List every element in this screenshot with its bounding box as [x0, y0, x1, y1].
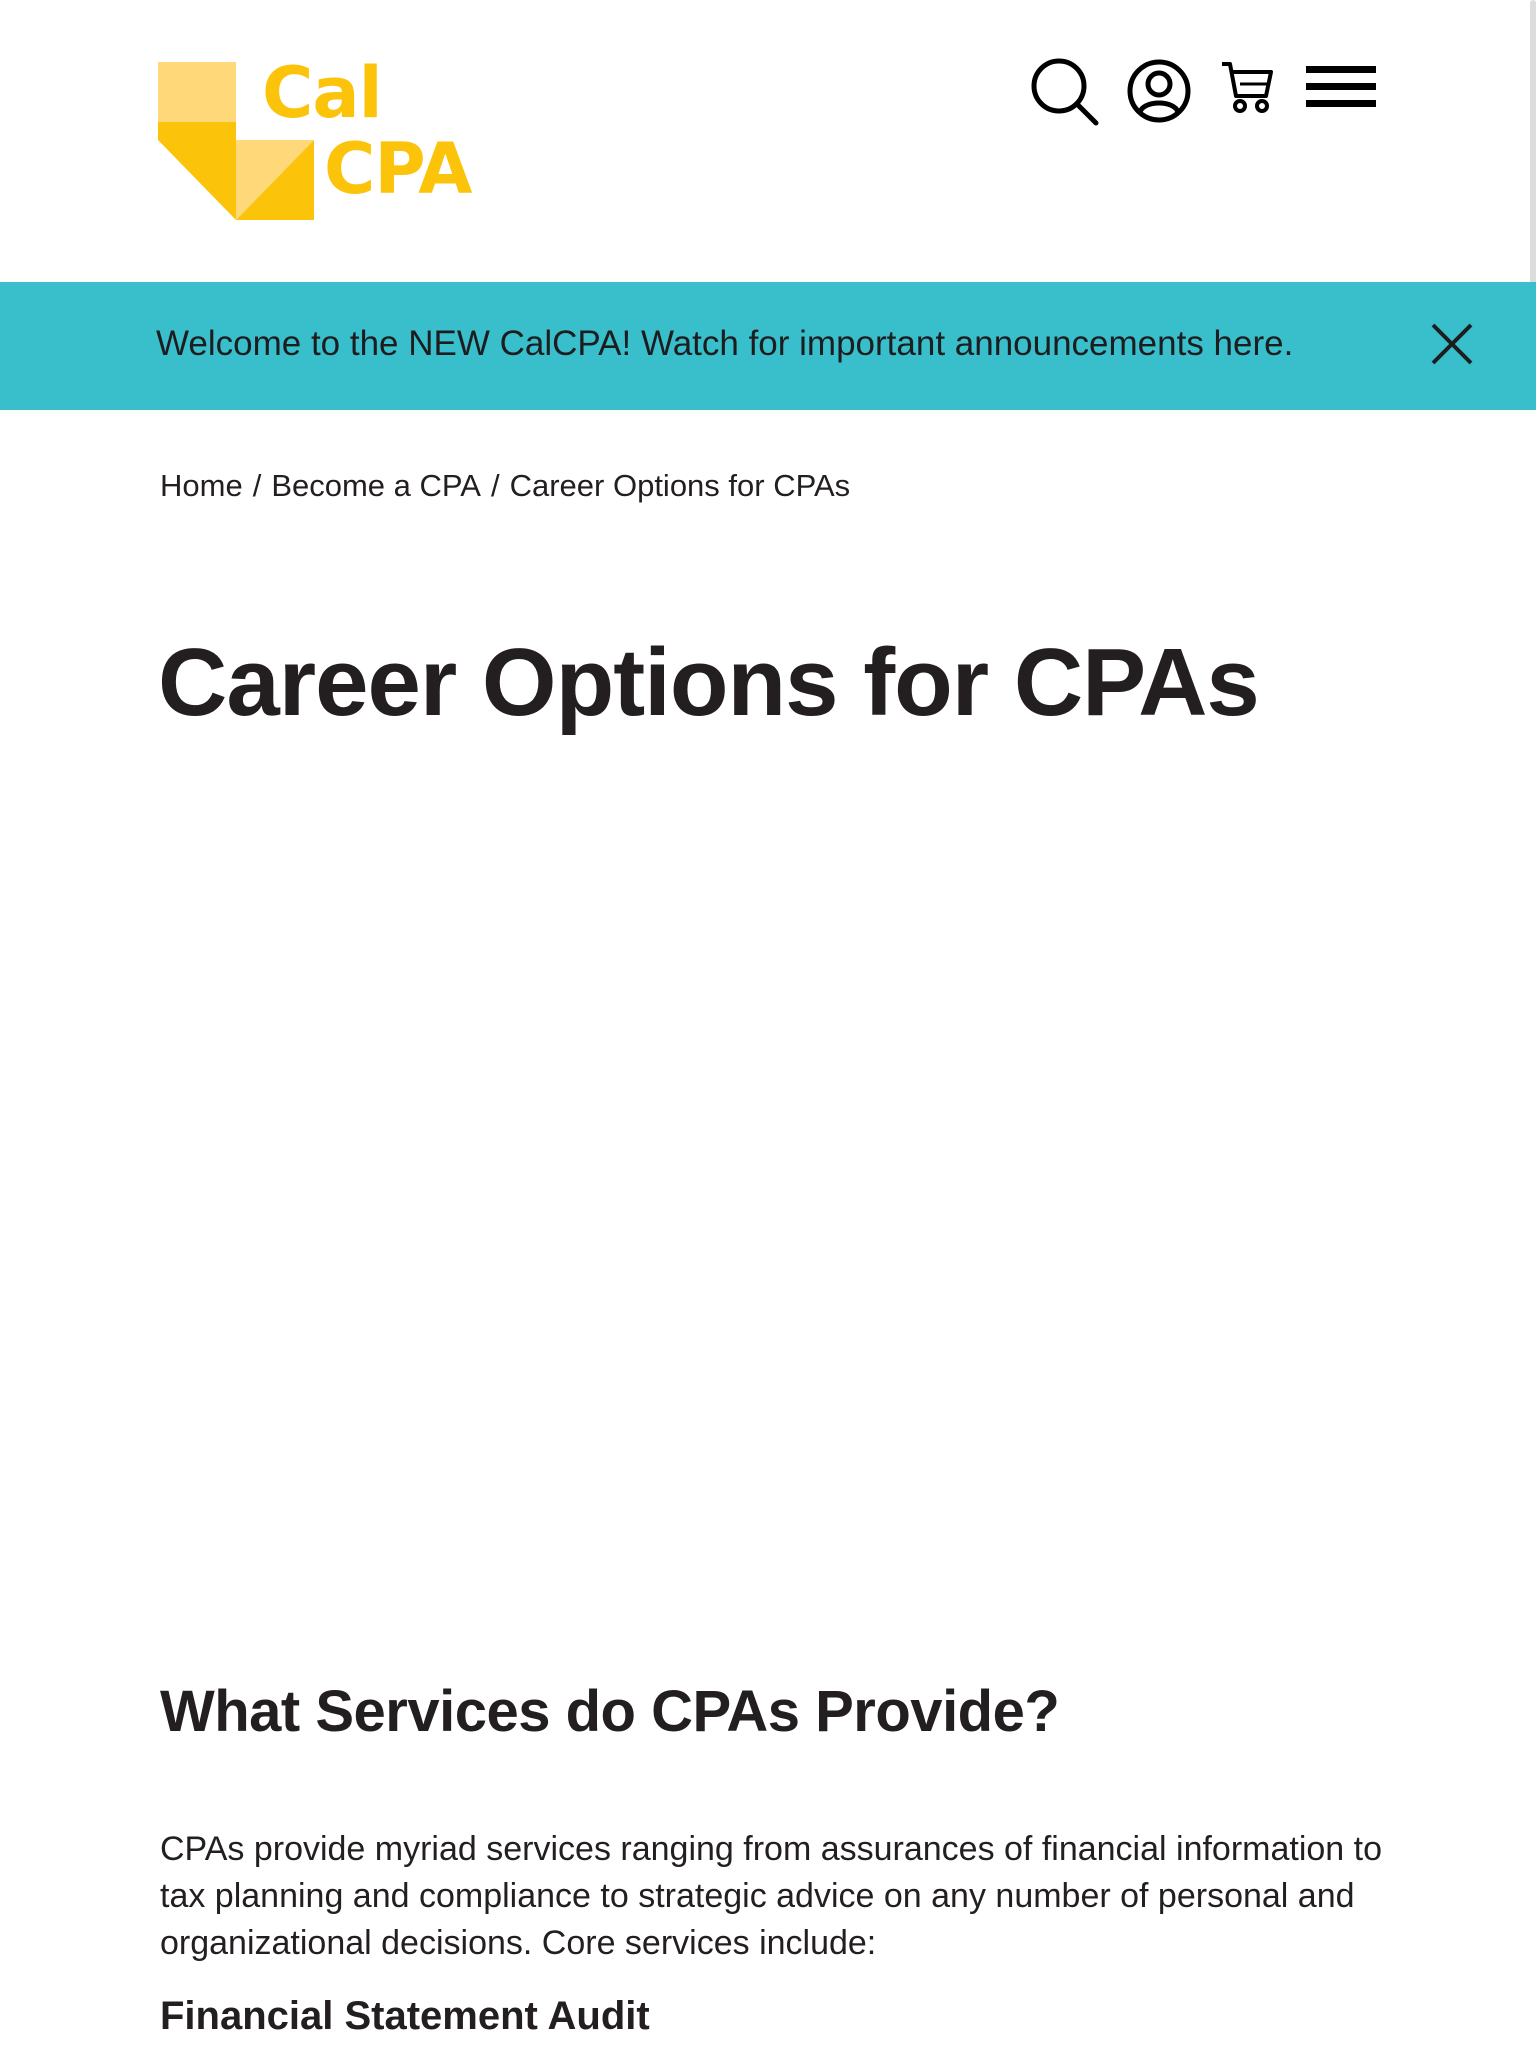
account-icon[interactable] — [1126, 56, 1196, 126]
breadcrumb-separator: / — [490, 468, 500, 503]
logo-text-cal: Cal — [262, 52, 383, 134]
page-title: Career Options for CPAs — [158, 629, 1260, 736]
site-header: Cal CPA — [0, 0, 1536, 282]
announcement-bar: Welcome to the NEW CalCPA! Watch for imp… — [0, 282, 1536, 410]
breadcrumb-current: Career Options for CPAs — [509, 468, 851, 503]
breadcrumb-separator: / — [252, 468, 262, 503]
sub-heading: Financial Statement Audit — [160, 1994, 650, 2038]
breadcrumb-home[interactable]: Home — [160, 468, 243, 503]
menu-icon[interactable] — [1306, 56, 1376, 118]
section-intro: CPAs provide myriad services ranging fro… — [160, 1830, 1383, 1962]
announcement-text: Welcome to the NEW CalCPA! Watch for imp… — [156, 324, 1294, 363]
calcpa-logo[interactable]: Cal CPA — [158, 58, 488, 222]
logo-text-cpa: CPA — [324, 128, 472, 210]
section-heading: What Services do CPAs Provide? — [160, 1679, 1060, 1744]
search-icon[interactable] — [1028, 56, 1100, 128]
cart-icon[interactable] — [1220, 56, 1276, 118]
breadcrumb: Home / Become a CPA / Career Options for CPA… — [160, 468, 850, 504]
breadcrumb-become-a-cpa[interactable]: Become a CPA — [271, 468, 481, 503]
close-icon[interactable] — [1430, 322, 1474, 366]
